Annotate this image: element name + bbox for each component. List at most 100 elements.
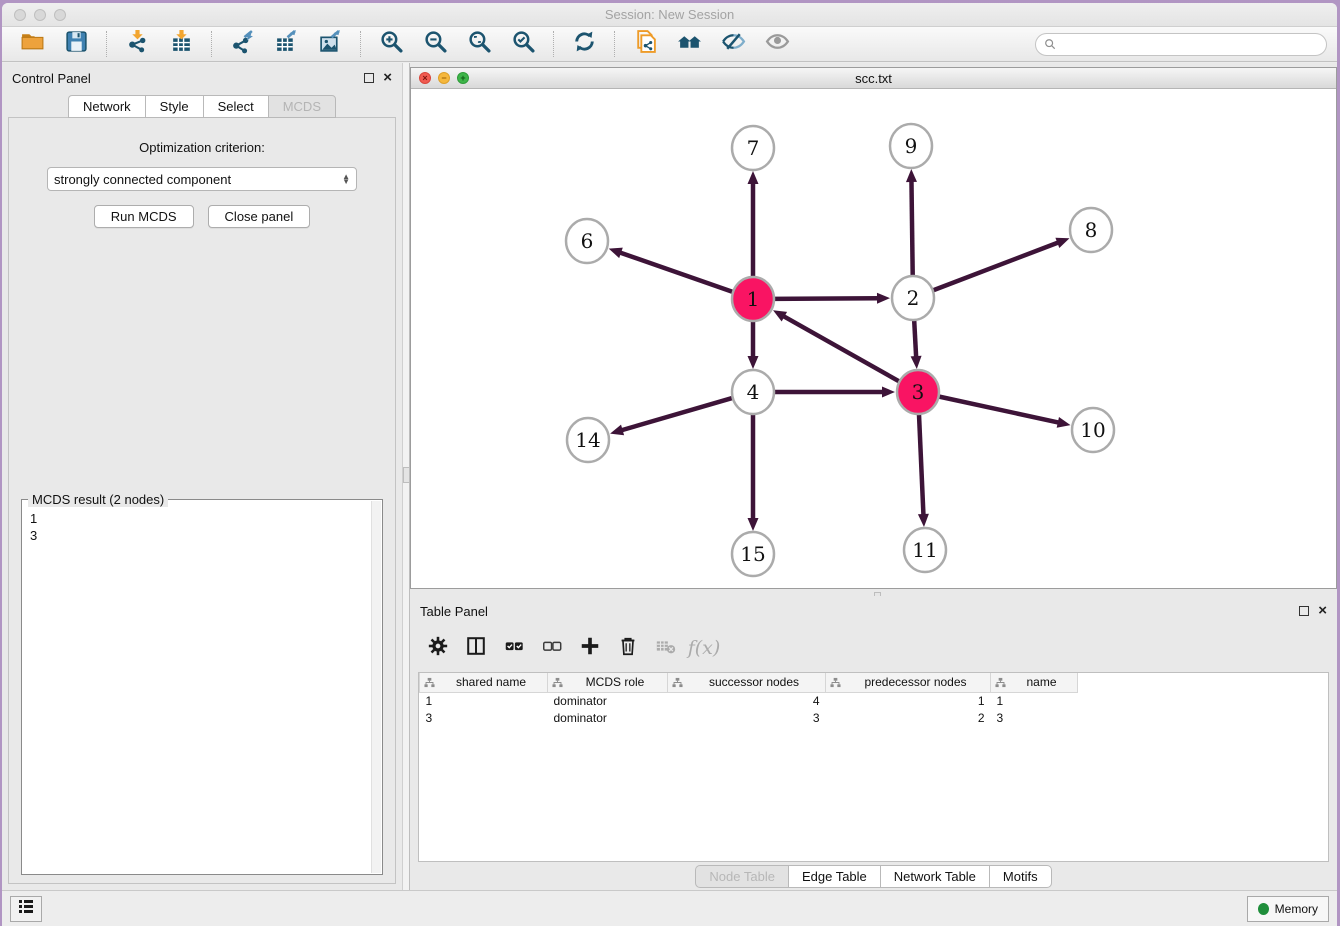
network-overview-button[interactable] [625, 29, 665, 59]
edge-1-6[interactable] [619, 252, 734, 292]
network-minimize-button[interactable]: − [438, 72, 450, 84]
cell[interactable]: 2 [826, 709, 991, 726]
cell[interactable]: dominator [548, 709, 668, 726]
zoom-in-button[interactable] [371, 29, 411, 59]
export-image-button[interactable] [310, 29, 350, 59]
show-columns-button[interactable] [462, 634, 490, 662]
node-label-15: 15 [740, 542, 765, 566]
select-all-icon [503, 635, 525, 662]
maximize-window-button[interactable] [54, 9, 66, 21]
home-button[interactable] [669, 29, 709, 59]
save-session-button[interactable] [56, 29, 96, 59]
apply-function-button[interactable]: f(x) [690, 634, 718, 662]
zoom-fit-button[interactable] [459, 29, 499, 59]
home-icon [677, 29, 702, 59]
splitter-grip[interactable] [403, 467, 410, 483]
memory-button[interactable]: Memory [1247, 896, 1329, 922]
tab-select[interactable]: Select [203, 95, 268, 118]
apply-layout-button[interactable] [564, 29, 604, 59]
table-row[interactable]: 1dominator411 [420, 692, 1078, 709]
run-mcds-button[interactable]: Run MCDS [94, 205, 194, 228]
delete-icon [617, 635, 639, 662]
edge-2-3[interactable] [914, 318, 916, 358]
edge-3-10[interactable] [938, 396, 1060, 423]
control-panel-tabs: Network Style Select MCDS [2, 95, 402, 118]
search-field[interactable] [1035, 33, 1327, 56]
list-icon [16, 897, 36, 920]
float-panel-icon[interactable] [364, 73, 374, 83]
minimize-window-button[interactable] [34, 9, 46, 21]
node-label-1: 1 [747, 287, 760, 311]
import-table-button[interactable] [161, 29, 201, 59]
add-row-button[interactable] [576, 634, 604, 662]
cell[interactable]: 1 [826, 692, 991, 709]
edge-2-9[interactable] [911, 180, 912, 278]
control-panel: Control Panel × Network Style Select MCD… [2, 63, 402, 890]
close-panel-icon[interactable]: × [383, 73, 392, 83]
deselect-all-button[interactable] [538, 634, 566, 662]
cell[interactable]: 4 [668, 692, 826, 709]
cell[interactable]: 1 [991, 692, 1078, 709]
close-panel-button[interactable]: Close panel [208, 205, 311, 228]
hide-eye-button[interactable] [713, 29, 753, 59]
tab-node-table[interactable]: Node Table [695, 865, 788, 888]
result-scrollbar[interactable] [371, 501, 381, 873]
titlebar: Session: New Session [2, 3, 1337, 27]
mcds-panel-content: Optimization criterion: strongly connect… [8, 117, 396, 884]
delete-table-button[interactable] [652, 634, 680, 662]
select-all-button[interactable] [500, 634, 528, 662]
import-network-button[interactable] [117, 29, 157, 59]
column-header-name[interactable]: name [991, 673, 1078, 692]
tab-motifs[interactable]: Motifs [989, 865, 1052, 888]
edge-arrow [906, 169, 917, 182]
export-table-button[interactable] [266, 29, 306, 59]
panel-splitter[interactable] [402, 63, 410, 890]
close-window-button[interactable] [14, 9, 26, 21]
cell[interactable]: 3 [991, 709, 1078, 726]
delete-row-button[interactable] [614, 634, 642, 662]
edge-arrow [748, 356, 759, 369]
tab-style[interactable]: Style [145, 95, 203, 118]
column-header-successor-nodes[interactable]: successor nodes [668, 673, 826, 692]
cell[interactable]: dominator [548, 692, 668, 709]
zoom-out-button[interactable] [415, 29, 455, 59]
cell[interactable]: 1 [420, 692, 548, 709]
mcds-result-text[interactable]: 1 3 [22, 500, 382, 550]
network-overview-icon [633, 29, 658, 59]
column-header-MCDS-role[interactable]: MCDS role [548, 673, 668, 692]
show-eye-button[interactable] [757, 29, 797, 59]
tab-mcds[interactable]: MCDS [268, 95, 336, 118]
node-table: shared nameMCDS rolesuccessor nodesprede… [419, 673, 1078, 726]
tab-network-table[interactable]: Network Table [880, 865, 989, 888]
zoom-selected-button[interactable] [503, 29, 543, 59]
task-history-button[interactable] [10, 896, 42, 922]
network-window-titlebar[interactable]: × − + scc.txt [411, 68, 1336, 89]
network-close-button[interactable]: × [419, 72, 431, 84]
close-table-panel-icon[interactable]: × [1318, 606, 1327, 616]
edge-2-8[interactable] [932, 242, 1060, 291]
export-network-button[interactable] [222, 29, 262, 59]
edge-3-11[interactable] [919, 412, 924, 516]
search-input[interactable] [1061, 37, 1318, 51]
column-header-predecessor-nodes[interactable]: predecessor nodes [826, 673, 991, 692]
cell[interactable]: 3 [420, 709, 548, 726]
tab-network[interactable]: Network [68, 95, 145, 118]
edge-1-2[interactable] [773, 298, 879, 299]
apply-layout-icon [572, 29, 597, 59]
toolbar-separator [360, 31, 361, 57]
table-settings-button[interactable] [424, 634, 452, 662]
open-session-button[interactable] [12, 29, 52, 59]
cell[interactable]: 3 [668, 709, 826, 726]
export-network-icon [230, 29, 255, 59]
edge-4-14[interactable] [621, 398, 734, 431]
float-table-panel-icon[interactable] [1299, 606, 1309, 616]
node-label-10: 10 [1080, 418, 1105, 442]
edge-3-1[interactable] [783, 316, 901, 382]
tab-edge-table[interactable]: Edge Table [788, 865, 880, 888]
network-canvas[interactable]: 7968124314101511 [411, 89, 1336, 588]
network-maximize-button[interactable]: + [457, 72, 469, 84]
table-row[interactable]: 3dominator323 [420, 709, 1078, 726]
column-header-shared-name[interactable]: shared name [420, 673, 548, 692]
criterion-dropdown[interactable]: strongly connected component ▲▼ [47, 167, 357, 191]
graph[interactable]: 7968124314101511 [411, 89, 1336, 588]
